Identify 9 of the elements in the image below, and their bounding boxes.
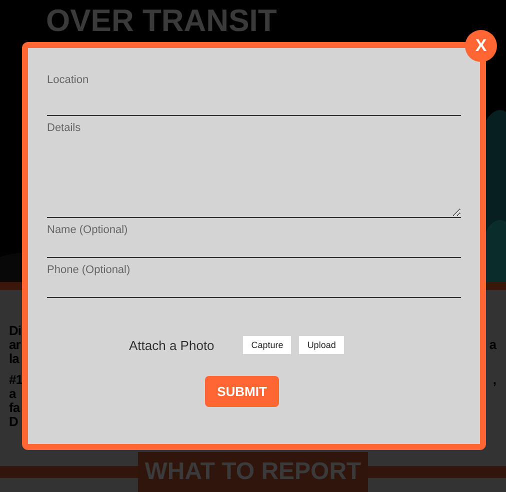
photo-button[interactable]: Upload bbox=[299, 336, 344, 354]
field-label: Phone (Optional) bbox=[47, 264, 132, 277]
photo-button[interactable]: Capture bbox=[243, 336, 292, 354]
field-label: Details bbox=[47, 122, 82, 135]
paragraph-text: , bbox=[492, 373, 496, 387]
field-label: Name (Optional) bbox=[47, 224, 129, 237]
hero-heading: OVER TRANSIT bbox=[46, 7, 278, 35]
attach-label: Attach a Photo bbox=[129, 338, 214, 352]
field-label: Location bbox=[47, 74, 90, 87]
